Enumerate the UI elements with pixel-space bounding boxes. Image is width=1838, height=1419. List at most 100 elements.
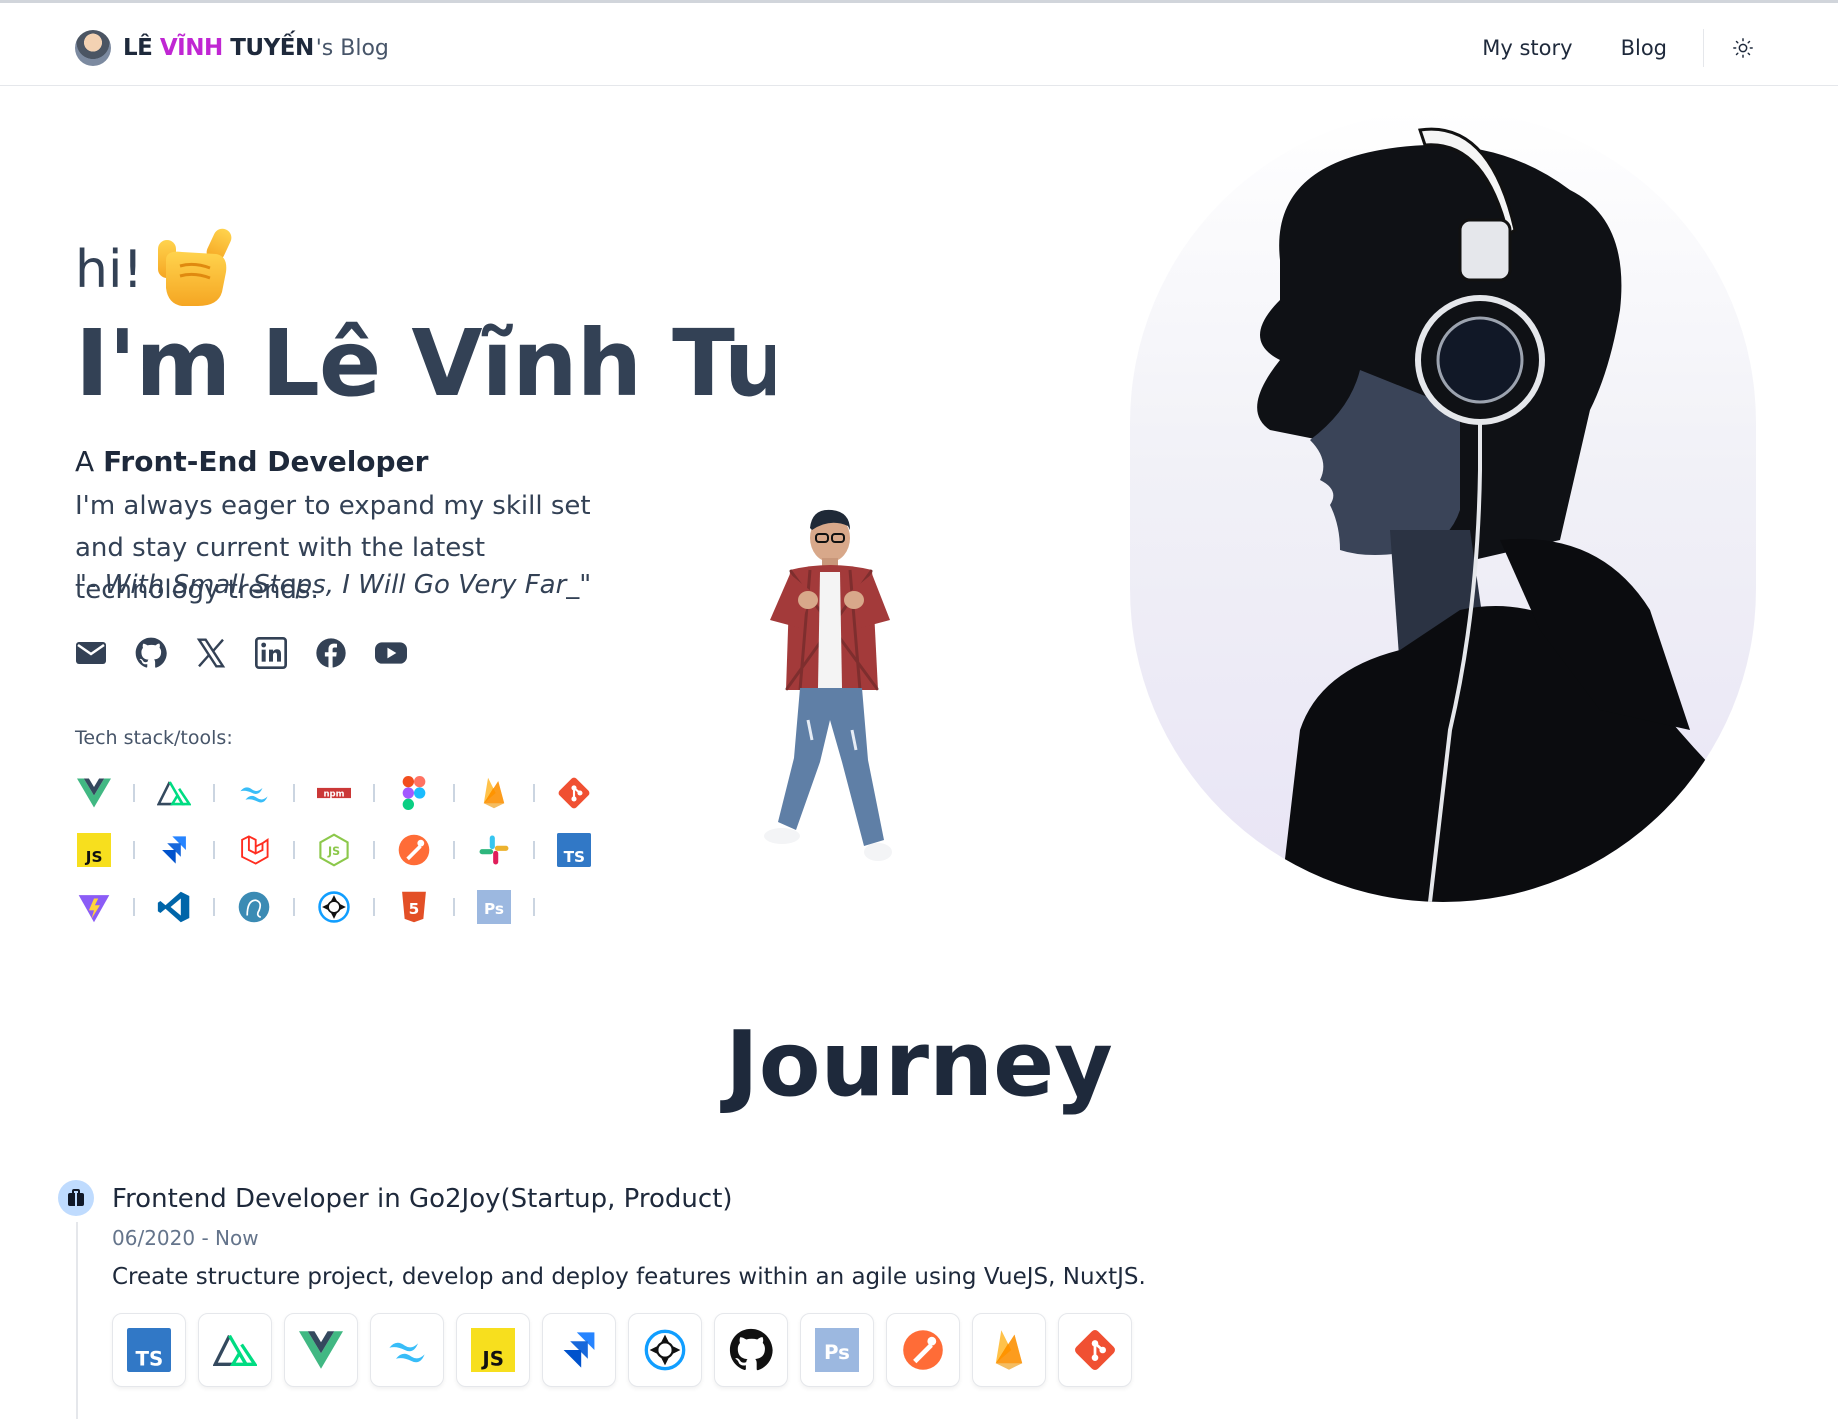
git-icon xyxy=(1058,1313,1132,1387)
svg-text:JS: JS xyxy=(480,1347,504,1370)
tech-item xyxy=(75,888,155,926)
tech-stack-label: Tech stack/tools: xyxy=(75,727,233,749)
html5-icon: 5 xyxy=(395,888,433,926)
tech-item xyxy=(155,774,235,812)
tech-separator xyxy=(293,840,295,859)
mail-link[interactable] xyxy=(75,636,107,670)
typescript-icon: TS xyxy=(555,831,593,869)
tech-separator xyxy=(133,897,135,916)
hero-name: I'm Lê Vĩnh Tuy xyxy=(75,310,775,417)
portrait-illustration xyxy=(1257,127,1756,902)
facebook-icon xyxy=(316,638,346,668)
svg-text:JS: JS xyxy=(327,845,340,858)
javascript-icon: JS xyxy=(75,831,113,869)
vscode-icon xyxy=(155,888,193,926)
tech-item xyxy=(235,888,315,926)
svg-text:Ps: Ps xyxy=(824,1341,850,1364)
nodejs-icon: JS xyxy=(315,831,353,869)
linkedin-link[interactable] xyxy=(255,636,287,670)
github-icon xyxy=(135,637,167,668)
tech-item: TS xyxy=(555,831,593,869)
nuxt-icon xyxy=(198,1313,272,1387)
tech-separator xyxy=(533,840,535,859)
tech-separator xyxy=(213,897,215,916)
tech-separator xyxy=(293,783,295,802)
brand-name: LÊ VĨNH TUYẾN xyxy=(123,35,314,61)
photoshop-icon: Ps xyxy=(475,888,513,926)
job-date: 06/2020 - Now xyxy=(112,1226,259,1250)
tech-item: npm xyxy=(315,774,395,812)
tailwind-icon xyxy=(235,774,273,812)
brand-avatar xyxy=(75,30,111,66)
svg-text:Ps: Ps xyxy=(484,899,504,917)
nav-blog-link[interactable]: Blog xyxy=(1621,36,1667,60)
svg-text:TS: TS xyxy=(136,1347,164,1370)
tech-separator xyxy=(533,897,535,916)
site-header: LÊ VĨNH TUYẾN 's Blog My story Blog xyxy=(0,0,1838,86)
tech-item xyxy=(395,831,475,869)
tech-separator xyxy=(293,897,295,916)
github-link[interactable] xyxy=(135,636,167,670)
capacitor-icon xyxy=(628,1313,702,1387)
main-nav: My story Blog xyxy=(1482,29,1838,67)
capacitor-icon xyxy=(315,888,353,926)
social-links xyxy=(75,636,435,670)
brand-logo[interactable]: LÊ VĨNH TUYẾN 's Blog xyxy=(75,29,389,67)
typescript-icon: TS xyxy=(112,1313,186,1387)
tech-separator xyxy=(453,840,455,859)
sun-icon xyxy=(1733,38,1753,58)
tech-item xyxy=(155,831,235,869)
role-prefix: A xyxy=(75,445,104,478)
vue-icon xyxy=(284,1313,358,1387)
nav-my-story-link[interactable]: My story xyxy=(1482,36,1572,60)
call-me-hand-icon xyxy=(158,228,232,306)
vite-icon xyxy=(75,888,113,926)
tech-item xyxy=(475,774,555,812)
tech-item xyxy=(475,831,555,869)
javascript-icon: JS xyxy=(456,1313,530,1387)
tech-item: JS xyxy=(315,831,395,869)
tech-item xyxy=(555,774,593,812)
tech-separator xyxy=(453,783,455,802)
tech-separator xyxy=(373,783,375,802)
tech-separator xyxy=(213,840,215,859)
tech-separator xyxy=(373,897,375,916)
job-description: Create structure project, develop and de… xyxy=(112,1264,1146,1290)
github-icon xyxy=(714,1313,788,1387)
avatar-3d-figure xyxy=(764,509,892,861)
svg-text:npm: npm xyxy=(324,789,345,799)
quote-text: "- With Small Steps, I Will Go Very Far_… xyxy=(75,570,592,600)
nuxt-icon xyxy=(155,774,193,812)
portrait-image xyxy=(1130,110,1756,902)
firebase-icon xyxy=(972,1313,1046,1387)
facebook-link[interactable] xyxy=(315,636,347,670)
tech-separator xyxy=(133,783,135,802)
tech-separator xyxy=(133,840,135,859)
tailwind-icon xyxy=(370,1313,444,1387)
youtube-link[interactable] xyxy=(375,636,407,670)
tech-separator xyxy=(533,783,535,802)
tech-item xyxy=(315,888,395,926)
timeline-marker xyxy=(58,1180,94,1216)
job-title: Frontend Developer in Go2Joy(Startup, Pr… xyxy=(112,1184,733,1214)
vue-icon xyxy=(75,774,113,812)
linkedin-icon xyxy=(255,637,287,669)
theme-toggle-button[interactable] xyxy=(1730,35,1756,61)
nav-divider xyxy=(1703,29,1704,67)
tech-item xyxy=(235,831,315,869)
npm-icon: npm xyxy=(315,774,353,812)
firebase-icon xyxy=(475,774,513,812)
brand-name-highlight: VĨNH xyxy=(159,35,223,61)
brand-name-part2: TUYẾN xyxy=(222,35,314,61)
timeline-line xyxy=(76,1222,78,1419)
journey-heading: Journey xyxy=(725,1012,1113,1117)
x-link[interactable] xyxy=(195,636,227,670)
x-icon xyxy=(196,638,226,668)
tech-separator xyxy=(453,897,455,916)
job-tools-list: TS JS Ps xyxy=(112,1313,1144,1387)
brand-suffix: 's Blog xyxy=(315,35,389,61)
tech-item: Ps xyxy=(475,888,555,926)
laravel-icon xyxy=(235,831,273,869)
photoshop-icon: Ps xyxy=(800,1313,874,1387)
jira-icon xyxy=(155,831,193,869)
